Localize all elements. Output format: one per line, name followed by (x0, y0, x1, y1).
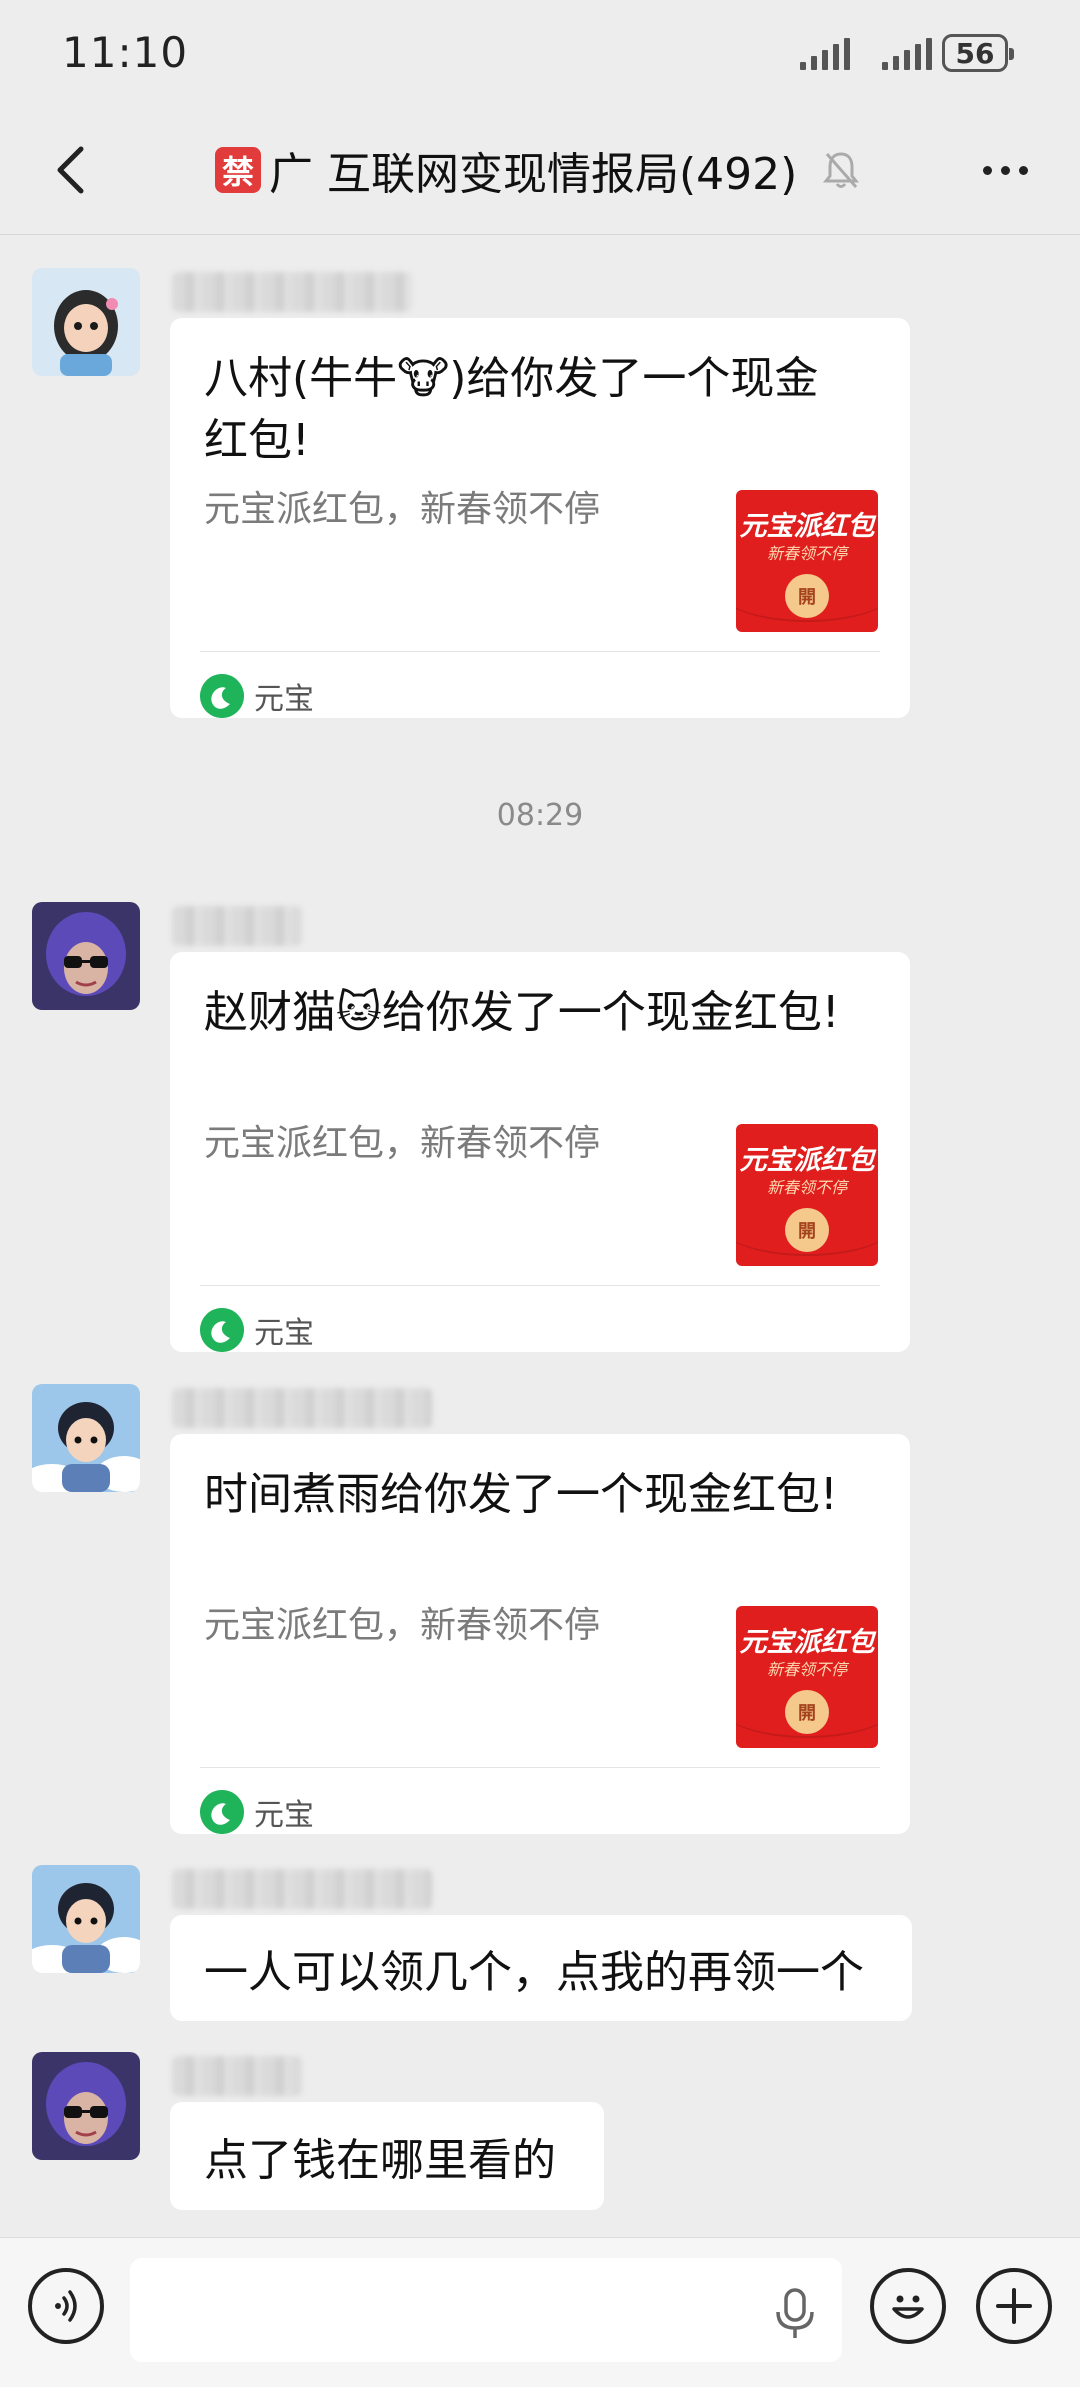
red-packet-subtitle: 元宝派红包，新春领不停 (204, 1123, 601, 1164)
red-packet-subtitle: 元宝派红包，新春领不停 (204, 489, 601, 530)
sender-name-redacted (172, 1388, 432, 1428)
red-packet-title: 时间煮雨给你发了一个现金红包! (204, 1469, 838, 1520)
status-time: 11:10 (62, 28, 189, 77)
chat-input-bar (0, 2237, 1080, 2387)
emoji-button[interactable] (870, 2268, 946, 2344)
message-text: 一人可以领几个，点我的再领一个 (204, 1947, 864, 1998)
red-packet-card[interactable]: 赵财猫🐱给你发了一个现金红包! 元宝派红包，新春领不停 元宝派红包 新春领不停 … (170, 952, 910, 1352)
text-message-bubble[interactable]: 点了钱在哪里看的 (170, 2102, 604, 2210)
bell-off-icon (823, 150, 863, 190)
signal-icon-sim2 (882, 38, 932, 70)
yuanbao-icon (200, 674, 244, 718)
red-envelope-thumbnail: 元宝派红包 新春领不停 開 (736, 1124, 878, 1266)
message-item: 赵财猫🐱给你发了一个现金红包! 元宝派红包，新春领不停 元宝派红包 新春领不停 … (0, 902, 1080, 1352)
yuanbao-icon (200, 1308, 244, 1352)
card-source: 元宝 (200, 1787, 314, 1837)
battery-icon: 56 (942, 34, 1014, 72)
open-coin-icon: 開 (785, 1690, 829, 1734)
sender-name-redacted (172, 272, 412, 312)
open-coin-icon: 開 (785, 1208, 829, 1252)
avatar[interactable] (32, 2052, 140, 2160)
battery-level: 56 (955, 36, 995, 70)
message-text: 点了钱在哪里看的 (204, 2135, 556, 2186)
source-label: 元宝 (254, 682, 314, 717)
time-divider: 08:29 (496, 798, 584, 833)
sender-name-redacted (172, 2056, 302, 2096)
voice-icon (55, 2290, 77, 2322)
red-envelope-thumbnail: 元宝派红包 新春领不停 開 (736, 490, 878, 632)
avatar[interactable] (32, 1865, 140, 1973)
signal-icon-sim1 (800, 38, 850, 70)
sender-name-redacted (172, 1869, 432, 1909)
back-button[interactable] (40, 140, 100, 200)
text-message-bubble[interactable]: 一人可以领几个，点我的再领一个 (170, 1915, 912, 2021)
red-packet-title: 赵财猫🐱给你发了一个现金红包! (204, 987, 840, 1038)
message-item: 一人可以领几个，点我的再领一个 (0, 1865, 1080, 2025)
emoji-icon (892, 2295, 924, 2319)
ban-badge: 禁 (215, 147, 261, 193)
more-dots-icon (982, 165, 992, 175)
red-envelope-thumbnail: 元宝派红包 新春领不停 開 (736, 1606, 878, 1748)
card-source: 元宝 (200, 1305, 314, 1355)
chevron-left-icon (57, 146, 84, 194)
red-packet-title: 八村(牛牛🐮)给你发了一个现金红包! (204, 353, 819, 466)
message-input[interactable] (130, 2258, 842, 2362)
card-source: 元宝 (200, 671, 314, 721)
card-divider (200, 1285, 880, 1286)
avatar[interactable] (32, 268, 140, 376)
more-button[interactable] (970, 145, 1040, 195)
source-label: 元宝 (254, 1798, 314, 1833)
avatar[interactable] (32, 902, 140, 1010)
avatar[interactable] (32, 1384, 140, 1492)
plus-icon (996, 2288, 1032, 2324)
yuanbao-icon (200, 1790, 244, 1834)
status-bar: 11:10 56 (0, 0, 1080, 110)
voice-toggle-button[interactable] (28, 2268, 104, 2344)
message-item: 点了钱在哪里看的 (0, 2052, 1080, 2222)
source-label: 元宝 (254, 1316, 314, 1351)
message-item: 时间煮雨给你发了一个现金红包! 元宝派红包，新春领不停 元宝派红包 新春领不停 … (0, 1384, 1080, 1834)
card-divider (200, 1767, 880, 1768)
red-packet-card[interactable]: 八村(牛牛🐮)给你发了一个现金红包! 元宝派红包，新春领不停 元宝派红包 新春领… (170, 318, 910, 718)
chat-title: 广 互联网变现情报局(492) (269, 149, 798, 200)
red-packet-subtitle: 元宝派红包，新春领不停 (204, 1605, 601, 1646)
open-coin-icon: 開 (785, 574, 829, 618)
chat-header: 禁 广 互联网变现情报局(492) (0, 110, 1080, 235)
mic-icon[interactable] (770, 2286, 820, 2342)
header-divider (0, 234, 1080, 235)
sender-name-redacted (172, 906, 302, 946)
card-divider (200, 651, 880, 652)
red-packet-card[interactable]: 时间煮雨给你发了一个现金红包! 元宝派红包，新春领不停 元宝派红包 新春领不停 … (170, 1434, 910, 1834)
chat-title-area[interactable]: 禁 广 互联网变现情报局(492) (215, 140, 863, 200)
plus-button[interactable] (976, 2268, 1052, 2344)
message-item: 八村(牛牛🐮)给你发了一个现金红包! 元宝派红包，新春领不停 元宝派红包 新春领… (0, 268, 1080, 718)
